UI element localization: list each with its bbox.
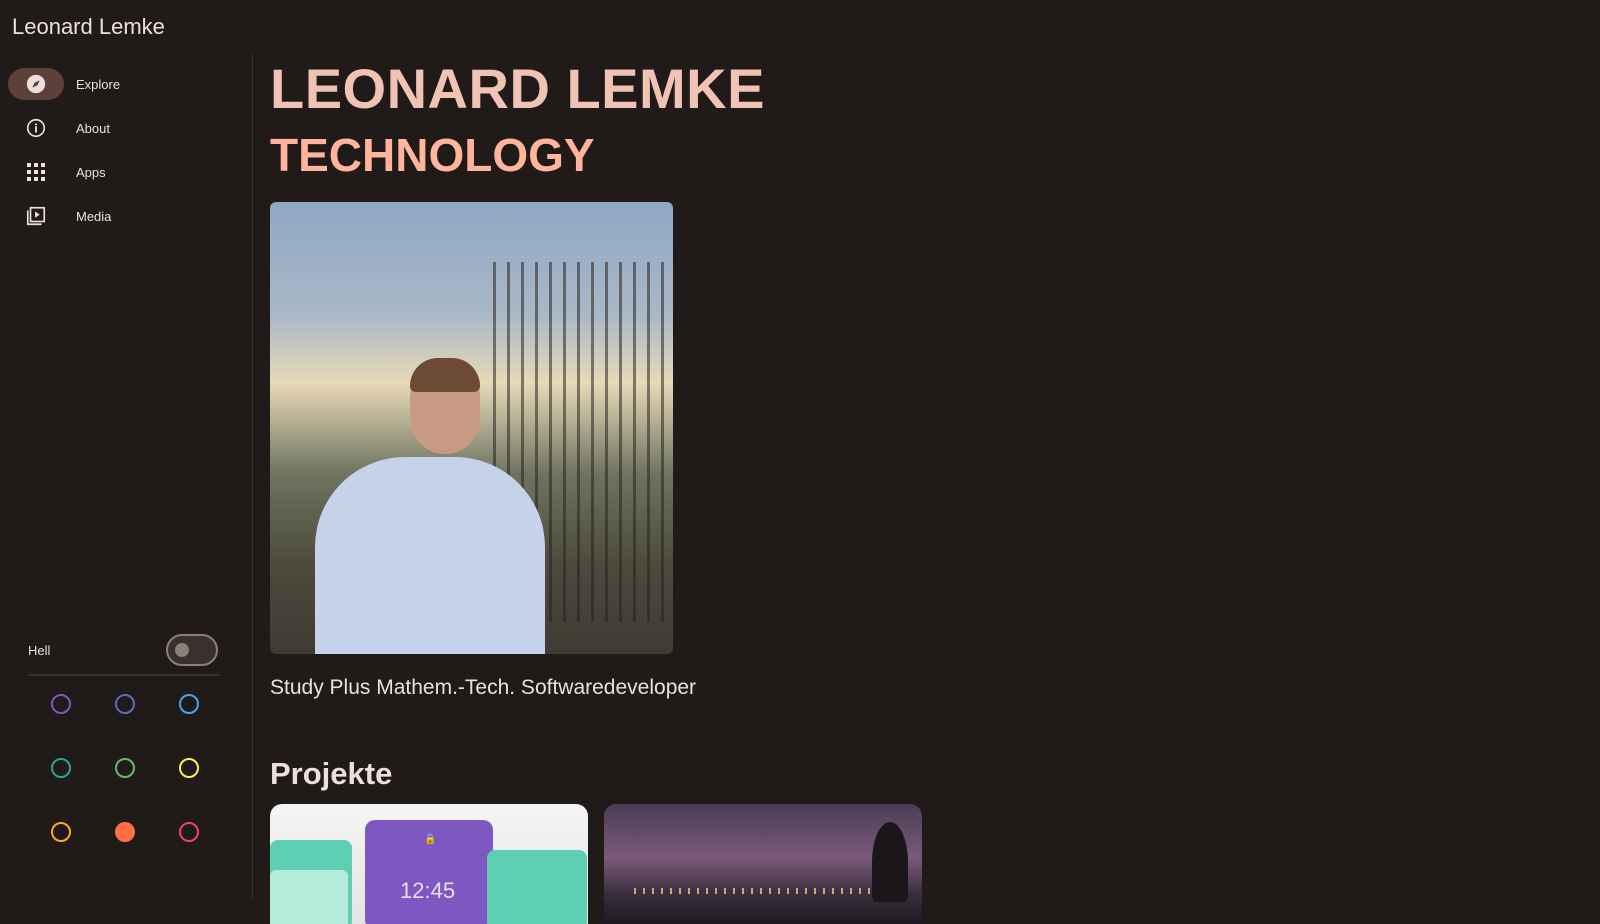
color-swatch-grid xyxy=(40,694,232,842)
hero-subtitle: TECHNOLOGY xyxy=(270,129,595,181)
compass-icon xyxy=(8,68,64,100)
nav-item-label: Explore xyxy=(76,76,121,92)
switch-knob xyxy=(175,643,189,657)
nav-item-about[interactable]: About xyxy=(8,112,238,144)
main-content: LEONARD LEMKE TECHNOLOGY Study Plus Math… xyxy=(270,54,1590,924)
city-lights xyxy=(634,888,874,894)
color-swatch[interactable] xyxy=(51,758,71,778)
color-swatch[interactable] xyxy=(179,822,199,842)
color-swatch[interactable] xyxy=(115,758,135,778)
nav-item-media[interactable]: Media xyxy=(8,200,238,232)
theme-toggle-row: Hell xyxy=(28,632,218,668)
photo-person-body xyxy=(315,457,545,654)
photo-person-hair xyxy=(410,358,480,392)
color-swatch[interactable] xyxy=(115,694,135,714)
theme-toggle-switch[interactable] xyxy=(166,634,218,666)
nav-item-label: Apps xyxy=(76,164,106,180)
color-swatch[interactable] xyxy=(51,822,71,842)
theme-toggle-label: Hell xyxy=(28,642,51,658)
color-swatch[interactable] xyxy=(179,758,199,778)
nav-item-label: Media xyxy=(76,208,112,224)
phone-mockup-left-screen xyxy=(270,870,348,924)
color-swatch[interactable] xyxy=(179,694,199,714)
nav-item-label: About xyxy=(76,120,110,136)
projects-title: Projekte xyxy=(270,756,393,791)
profile-photo xyxy=(270,202,673,654)
apps-grid-icon xyxy=(8,156,64,188)
top-app-bar: Leonard Lemke xyxy=(0,0,1600,54)
color-swatch[interactable] xyxy=(51,694,71,714)
color-swatch[interactable] xyxy=(115,822,135,842)
hero-title: LEONARD LEMKE xyxy=(270,57,765,120)
divider xyxy=(28,674,220,676)
lockscreen-clock: 12:45 xyxy=(400,878,456,903)
nav-item-apps[interactable]: Apps xyxy=(8,156,238,188)
lock-icon: 🔒 xyxy=(424,834,437,845)
info-icon xyxy=(8,112,64,144)
project-card[interactable] xyxy=(604,804,922,924)
nav-item-explore[interactable]: Explore xyxy=(8,68,238,100)
project-card[interactable]: 🔒 12:45 xyxy=(270,804,588,924)
tagline: Study Plus Mathem.-Tech. Softwaredevelop… xyxy=(270,676,697,699)
app-title: Leonard Lemke xyxy=(12,14,165,39)
phone-mockup-right xyxy=(487,850,587,924)
navigation-drawer: Explore About Apps Media Hell xyxy=(0,54,253,900)
tree-silhouette xyxy=(872,822,908,902)
media-library-icon xyxy=(8,200,64,232)
